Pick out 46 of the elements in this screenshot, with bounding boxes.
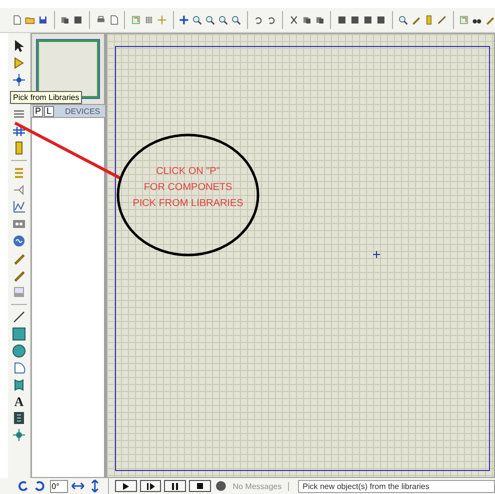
zoom-out-icon[interactable] xyxy=(205,13,215,27)
line-icon[interactable] xyxy=(12,310,26,324)
origin-icon[interactable] xyxy=(156,13,167,27)
box-icon[interactable] xyxy=(12,327,26,341)
pointer-icon[interactable] xyxy=(12,39,26,53)
play-icon xyxy=(122,482,129,490)
circle-icon[interactable] xyxy=(12,344,26,358)
pick-device-icon[interactable] xyxy=(398,13,408,27)
pause-icon xyxy=(172,482,178,490)
rotate-ccw-icon[interactable] xyxy=(32,479,47,493)
step-button[interactable] xyxy=(140,480,162,492)
step-icon xyxy=(146,482,155,490)
messages-label: No Messages xyxy=(232,482,289,490)
devices-title: DEVICES xyxy=(65,106,100,116)
path-icon[interactable] xyxy=(12,378,26,392)
cut-icon[interactable] xyxy=(288,13,299,27)
new-file-icon[interactable] xyxy=(12,13,22,27)
zoom-area-icon[interactable] xyxy=(230,13,241,27)
status-text: Pick new object(s) from the libraries xyxy=(298,480,495,492)
stop-icon xyxy=(197,483,204,489)
generator-icon[interactable] xyxy=(12,234,26,248)
arc-icon[interactable] xyxy=(12,361,26,375)
marker-icon[interactable] xyxy=(12,428,26,442)
graph-icon[interactable] xyxy=(12,200,26,214)
library-button[interactable]: P xyxy=(33,106,43,116)
cursor-cross-icon xyxy=(373,251,380,258)
library-button[interactable]: L xyxy=(44,106,54,116)
text-tool[interactable]: A xyxy=(14,395,24,408)
stop-button[interactable] xyxy=(189,480,211,492)
bus-icon[interactable] xyxy=(12,124,26,138)
rotation-field[interactable]: 0° xyxy=(50,480,68,492)
play-button[interactable] xyxy=(115,480,137,492)
tape-icon[interactable] xyxy=(12,217,26,231)
pin-icon[interactable] xyxy=(12,183,26,197)
component-icon[interactable] xyxy=(12,56,26,70)
message-icon[interactable] xyxy=(214,479,228,493)
junction-icon[interactable] xyxy=(12,73,26,87)
pan-icon[interactable] xyxy=(179,13,190,27)
zoom-in-icon[interactable] xyxy=(192,13,202,27)
symbol-icon[interactable] xyxy=(12,411,26,425)
zoom-all-icon[interactable] xyxy=(218,13,228,27)
callout-text: CLICK ON "P" FOR COMPONETS PICK FROM LIBRARIES xyxy=(132,165,244,211)
page-icon[interactable] xyxy=(108,13,118,27)
pause-button[interactable] xyxy=(164,480,186,492)
tooltip: Pick from Libraries xyxy=(10,91,82,104)
rotate-cw-icon[interactable] xyxy=(16,479,30,493)
